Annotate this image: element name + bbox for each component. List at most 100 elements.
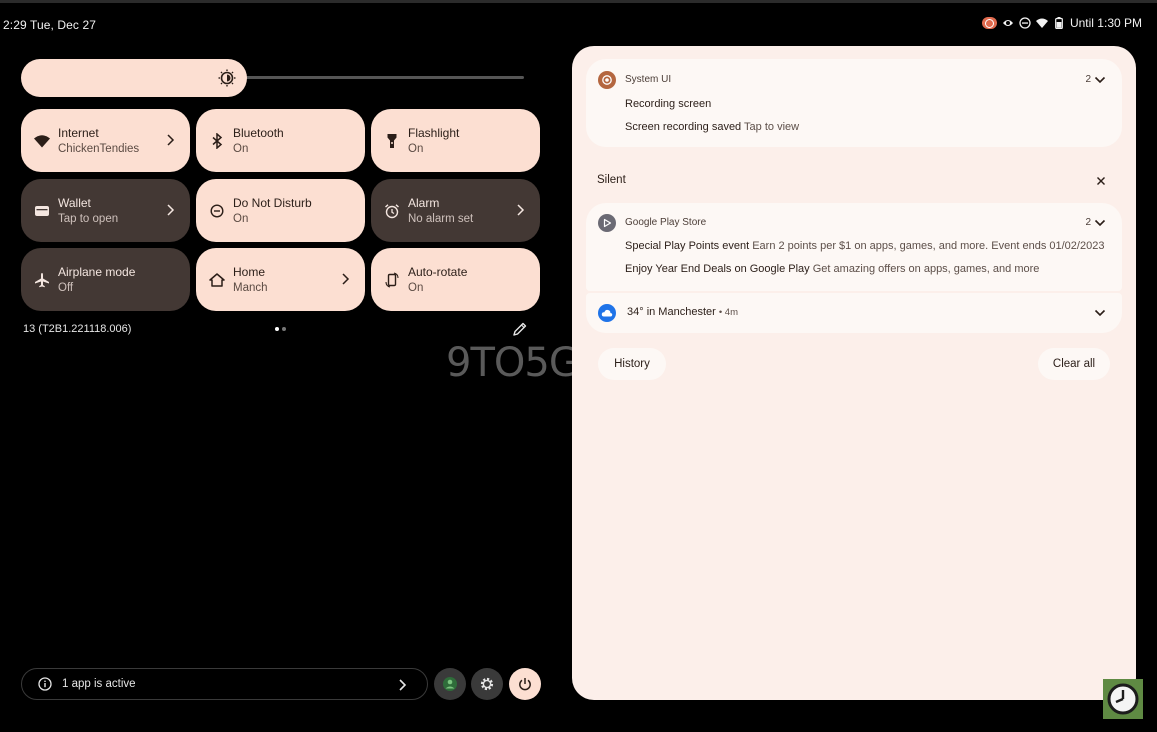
notification-app-name: System UI xyxy=(625,74,672,85)
chevron-right-icon[interactable] xyxy=(513,202,527,218)
clear-all-button[interactable]: Clear all xyxy=(1038,348,1110,380)
expand-group-button[interactable]: 2 xyxy=(1085,217,1106,228)
wallet-icon xyxy=(34,203,50,219)
notification-weather[interactable]: 34° in Manchester • 4m xyxy=(586,293,1122,333)
tile-status: Tap to open xyxy=(58,213,119,225)
build-number[interactable]: 13 (T2B1.221118.006) xyxy=(23,323,131,335)
history-button[interactable]: History xyxy=(598,348,666,380)
watermark: 9TO5G xyxy=(446,340,580,386)
tile-auto-rotate[interactable]: Auto-rotate On xyxy=(371,248,540,311)
page-indicator xyxy=(275,327,286,331)
active-apps-label: 1 app is active xyxy=(62,678,136,690)
chevron-right-icon[interactable] xyxy=(163,202,177,218)
close-icon[interactable] xyxy=(1094,174,1108,188)
bluetooth-icon xyxy=(209,132,225,149)
battery-icon xyxy=(1053,17,1065,29)
tile-label: Internet xyxy=(58,126,99,140)
page-dot xyxy=(282,327,286,331)
eye-icon xyxy=(1002,17,1014,29)
screen-recording-icon[interactable] xyxy=(981,17,997,29)
notification-line[interactable]: Enjoy Year End Deals on Google Play Get … xyxy=(625,263,1039,275)
tile-label: Auto-rotate xyxy=(408,265,468,279)
tile-label: Alarm xyxy=(408,196,440,210)
tile-text: Airplane mode Off xyxy=(58,265,135,294)
tile-alarm[interactable]: Alarm No alarm set xyxy=(371,179,540,242)
screen-record-app-icon xyxy=(598,71,616,89)
active-apps-button[interactable]: 1 app is active xyxy=(21,668,428,700)
tile-label: Airplane mode xyxy=(58,265,136,279)
tile-status: On xyxy=(233,213,249,225)
notification-line: Recording screen xyxy=(625,98,712,110)
cloud-icon xyxy=(598,304,616,322)
tile-internet[interactable]: Internet ChickenTendies xyxy=(21,109,190,172)
do-not-disturb-icon xyxy=(1019,17,1031,29)
tile-status: Off xyxy=(58,282,74,294)
notification-play-store[interactable]: Google Play Store 2 Special Play Points … xyxy=(586,203,1122,291)
settings-button[interactable] xyxy=(471,668,503,700)
edit-pencil-icon[interactable] xyxy=(512,321,528,337)
chevron-right-icon[interactable] xyxy=(163,132,177,148)
do-not-disturb-icon xyxy=(209,203,225,219)
dnd-until-label: Until 1:30 PM xyxy=(1069,16,1142,30)
tile-status: On xyxy=(408,282,424,294)
tile-bluetooth[interactable]: Bluetooth On xyxy=(196,109,365,172)
tile-home[interactable]: Home Manch xyxy=(196,248,365,311)
chevron-right-icon[interactable] xyxy=(338,271,352,287)
wifi-icon xyxy=(1035,17,1048,29)
tile-status: Manch xyxy=(233,282,268,294)
notification-count: 2 xyxy=(1085,217,1091,228)
tile-status: No alarm set xyxy=(408,213,474,225)
tile-label: Bluetooth xyxy=(233,126,284,140)
tile-do-not-disturb[interactable]: Do Not Disturb On xyxy=(196,179,365,242)
tile-wallet[interactable]: Wallet Tap to open xyxy=(21,179,190,242)
notification-shade: System UI 2 Recording screen Screen reco… xyxy=(572,46,1136,700)
brightness-slider[interactable] xyxy=(21,59,524,97)
tile-airplane-mode[interactable]: Airplane mode Off xyxy=(21,248,190,311)
chevron-down-icon xyxy=(1094,219,1106,226)
alarm-icon xyxy=(384,203,400,219)
power-button[interactable] xyxy=(509,668,541,700)
silent-section-header: Silent xyxy=(597,174,626,186)
wifi-icon xyxy=(34,133,50,149)
tile-label: Home xyxy=(233,265,266,279)
clock-badge-icon xyxy=(1103,679,1143,719)
tile-label: Wallet xyxy=(58,196,91,210)
tile-flashlight[interactable]: Flashlight On xyxy=(371,109,540,172)
chevron-right-icon xyxy=(399,679,407,691)
tile-text: Bluetooth On xyxy=(233,126,284,155)
status-clock-date: 2:29 Tue, Dec 27 xyxy=(3,18,96,32)
tile-label: Do Not Disturb xyxy=(233,196,312,210)
tile-text: Auto-rotate On xyxy=(408,265,467,294)
notification-system-ui[interactable]: System UI 2 Recording screen Screen reco… xyxy=(586,59,1122,147)
notification-line[interactable]: Screen recording saved Tap to view xyxy=(625,121,799,133)
brightness-track[interactable] xyxy=(221,76,524,79)
power-icon xyxy=(519,678,531,691)
user-avatar-icon xyxy=(443,677,457,691)
auto-rotate-icon xyxy=(384,271,400,288)
tile-status: ChickenTendies xyxy=(58,143,140,155)
airplane-icon xyxy=(34,272,50,288)
play-store-icon xyxy=(598,214,616,232)
user-switcher-button[interactable] xyxy=(434,668,466,700)
tile-status: On xyxy=(233,143,249,155)
brightness-icon xyxy=(218,69,236,87)
chevron-down-icon xyxy=(1094,76,1106,83)
weather-line: 34° in Manchester • 4m xyxy=(627,306,739,318)
expand-group-button[interactable]: 2 xyxy=(1085,74,1106,85)
tile-status: On xyxy=(408,143,424,155)
notification-app-name: Google Play Store xyxy=(625,217,707,228)
tile-text: Flashlight On xyxy=(408,126,459,155)
status-icons: Until 1:30 PM xyxy=(981,16,1142,30)
gear-icon xyxy=(480,677,494,691)
notification-line[interactable]: Special Play Points event Earn 2 points … xyxy=(625,240,1104,252)
home-icon xyxy=(209,272,225,288)
top-border xyxy=(0,0,1157,3)
tile-text: Wallet Tap to open xyxy=(58,196,118,225)
tile-label: Flashlight xyxy=(408,126,460,140)
flashlight-icon xyxy=(384,133,400,149)
brightness-fill[interactable] xyxy=(21,59,248,97)
chevron-down-icon[interactable] xyxy=(1094,308,1106,318)
tile-text: Home Manch xyxy=(233,265,268,294)
page-dot-active xyxy=(275,327,279,331)
tile-text: Do Not Disturb On xyxy=(233,196,312,225)
